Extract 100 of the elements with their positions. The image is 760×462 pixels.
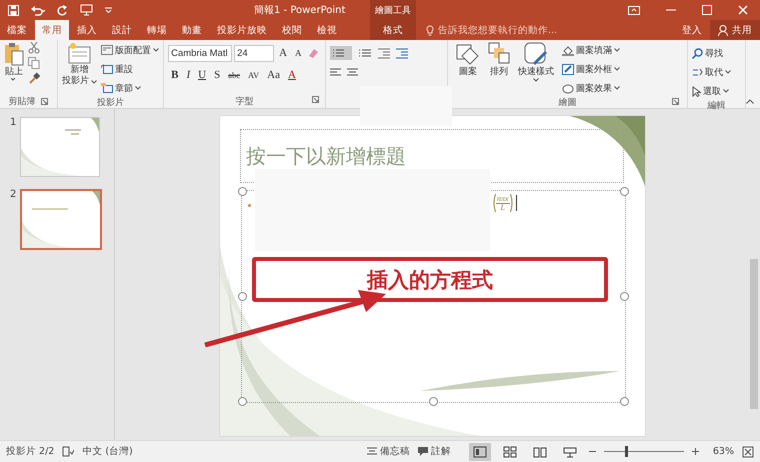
- ribbon-tab[interactable]: 常用: [35, 20, 69, 40]
- bullets-icon[interactable]: [330, 46, 352, 60]
- decrease-indent-icon[interactable]: [378, 47, 390, 59]
- slide-thumbnail[interactable]: [20, 117, 100, 177]
- normal-view-button[interactable]: [468, 442, 491, 460]
- share-button[interactable]: 共用: [710, 20, 760, 40]
- save-icon[interactable]: [8, 4, 19, 16]
- layout-button[interactable]: 版面配置: [101, 42, 160, 58]
- scrollbar-thumb[interactable]: [750, 259, 758, 409]
- resize-handle[interactable]: [620, 397, 629, 406]
- language-label[interactable]: 中文 (台灣): [82, 445, 133, 458]
- find-button[interactable]: 尋找: [692, 45, 741, 61]
- ribbon-tab[interactable]: 設計: [105, 20, 139, 40]
- view-icon: [502, 446, 517, 458]
- quick-styles-button[interactable]: 快速樣式: [518, 42, 554, 96]
- resize-handle[interactable]: [620, 187, 629, 196]
- dropdown-icon: [614, 86, 620, 90]
- undo-icon[interactable]: [31, 4, 45, 16]
- zoom-slider-thumb[interactable]: [625, 446, 628, 457]
- shape-effects-button[interactable]: 圖案效果: [562, 80, 620, 96]
- slide-number: 1: [10, 117, 16, 130]
- shape-fill-button[interactable]: 圖案填滿: [562, 42, 620, 58]
- group-label: 剪貼簿: [8, 96, 36, 108]
- slide-thumbnail[interactable]: [20, 189, 102, 250]
- redo-icon[interactable]: [57, 4, 68, 16]
- section-button[interactable]: 章節: [101, 80, 160, 96]
- cut-icon[interactable]: [28, 42, 40, 54]
- parenthesis-cursor-icon: [510, 193, 518, 213]
- ribbon-tab[interactable]: 轉場: [140, 20, 174, 40]
- numbering-icon[interactable]: [358, 47, 372, 59]
- presentation-icon[interactable]: [80, 4, 93, 16]
- ribbon-tab[interactable]: 校閱: [275, 20, 309, 40]
- format-button[interactable]: Aa: [264, 69, 283, 81]
- parenthesis-icon: [492, 193, 496, 213]
- dropdown-icon: [724, 70, 731, 74]
- ribbon-tab[interactable]: 格式: [370, 20, 416, 40]
- spellcheck-icon[interactable]: [62, 446, 74, 457]
- new-slide-button[interactable]: 新增 投影片: [62, 42, 98, 96]
- collapse-ribbon-icon[interactable]: [746, 99, 754, 104]
- shape-outline-button[interactable]: 圖案外框: [562, 61, 620, 77]
- lightbulb-icon: [426, 24, 434, 36]
- arrange-button[interactable]: 排列: [488, 42, 510, 96]
- ribbon-display-icon[interactable]: [628, 6, 640, 14]
- format-button[interactable]: U: [195, 69, 210, 81]
- customize-icon[interactable]: [105, 7, 112, 13]
- format-button[interactable]: A: [285, 69, 299, 81]
- maximize-icon[interactable]: [702, 5, 712, 15]
- equation[interactable]: nπx L: [492, 193, 518, 213]
- resize-handle[interactable]: [429, 397, 438, 406]
- tell-me-field[interactable]: 告訴我您想要執行的動作...: [426, 24, 558, 36]
- dropdown-icon: [135, 86, 142, 90]
- minimize-icon[interactable]: [666, 9, 676, 11]
- reset-button[interactable]: 重設: [101, 61, 160, 77]
- ribbon-tab[interactable]: 插入: [70, 20, 104, 40]
- font-size-field[interactable]: 24: [234, 44, 274, 62]
- comments-button[interactable]: 註解: [418, 445, 451, 458]
- ribbon-tab[interactable]: 檔案: [0, 20, 34, 40]
- sign-in-link[interactable]: 登入: [682, 24, 702, 36]
- group-label: 投影片: [97, 96, 124, 109]
- paste-button[interactable]: 貼上: [4, 42, 24, 94]
- ribbon-tab[interactable]: 投影片放映: [210, 20, 274, 40]
- resize-handle[interactable]: [238, 187, 247, 196]
- replace-button[interactable]: 取代: [692, 64, 741, 80]
- ribbon-tab[interactable]: 檢視: [310, 20, 344, 40]
- format-button[interactable]: abc: [225, 70, 243, 80]
- format-button[interactable]: I: [183, 69, 194, 81]
- dialog-launcher-icon[interactable]: [41, 98, 48, 104]
- dialog-launcher-icon[interactable]: [672, 98, 679, 104]
- select-button[interactable]: 選取: [692, 83, 741, 99]
- align-center-icon[interactable]: [347, 68, 358, 78]
- format-button[interactable]: S: [211, 69, 224, 81]
- view-icon: [562, 446, 577, 458]
- zoom-out-icon[interactable]: [588, 448, 596, 455]
- zoom-in-icon[interactable]: [692, 448, 699, 455]
- format-painter-icon[interactable]: [28, 72, 40, 84]
- font-name-field[interactable]: Cambria Matl: [168, 44, 232, 62]
- grow-font-button[interactable]: A: [276, 47, 290, 59]
- group-label: 編輯: [707, 100, 726, 112]
- annotation-label: 插入的方程式: [367, 266, 493, 294]
- dropdown-icon: [91, 80, 98, 84]
- close-icon[interactable]: [738, 5, 748, 15]
- resize-handle[interactable]: [620, 292, 629, 301]
- paint-bucket-icon: [562, 44, 574, 56]
- view-icon: [472, 446, 487, 458]
- ribbon-tab[interactable]: 動畫: [175, 20, 209, 40]
- fit-slide-icon[interactable]: [742, 446, 754, 458]
- shrink-font-button[interactable]: A: [292, 48, 305, 58]
- group-label: 繪圖: [558, 96, 577, 109]
- shapes-button[interactable]: 圖案: [456, 42, 480, 96]
- dialog-launcher-icon[interactable]: [312, 96, 320, 103]
- bullet: [248, 204, 251, 207]
- format-button[interactable]: AV: [244, 70, 262, 80]
- increase-indent-icon[interactable]: [396, 47, 408, 59]
- align-left-icon[interactable]: [330, 68, 342, 78]
- format-button[interactable]: B: [168, 69, 182, 81]
- resize-handle[interactable]: [238, 292, 247, 301]
- contextual-tab-title: 繪圖工具: [374, 4, 412, 18]
- zoom-percentage[interactable]: 63%: [712, 446, 734, 457]
- copy-icon[interactable]: [28, 57, 40, 69]
- notes-button[interactable]: 備忘稿: [366, 445, 410, 458]
